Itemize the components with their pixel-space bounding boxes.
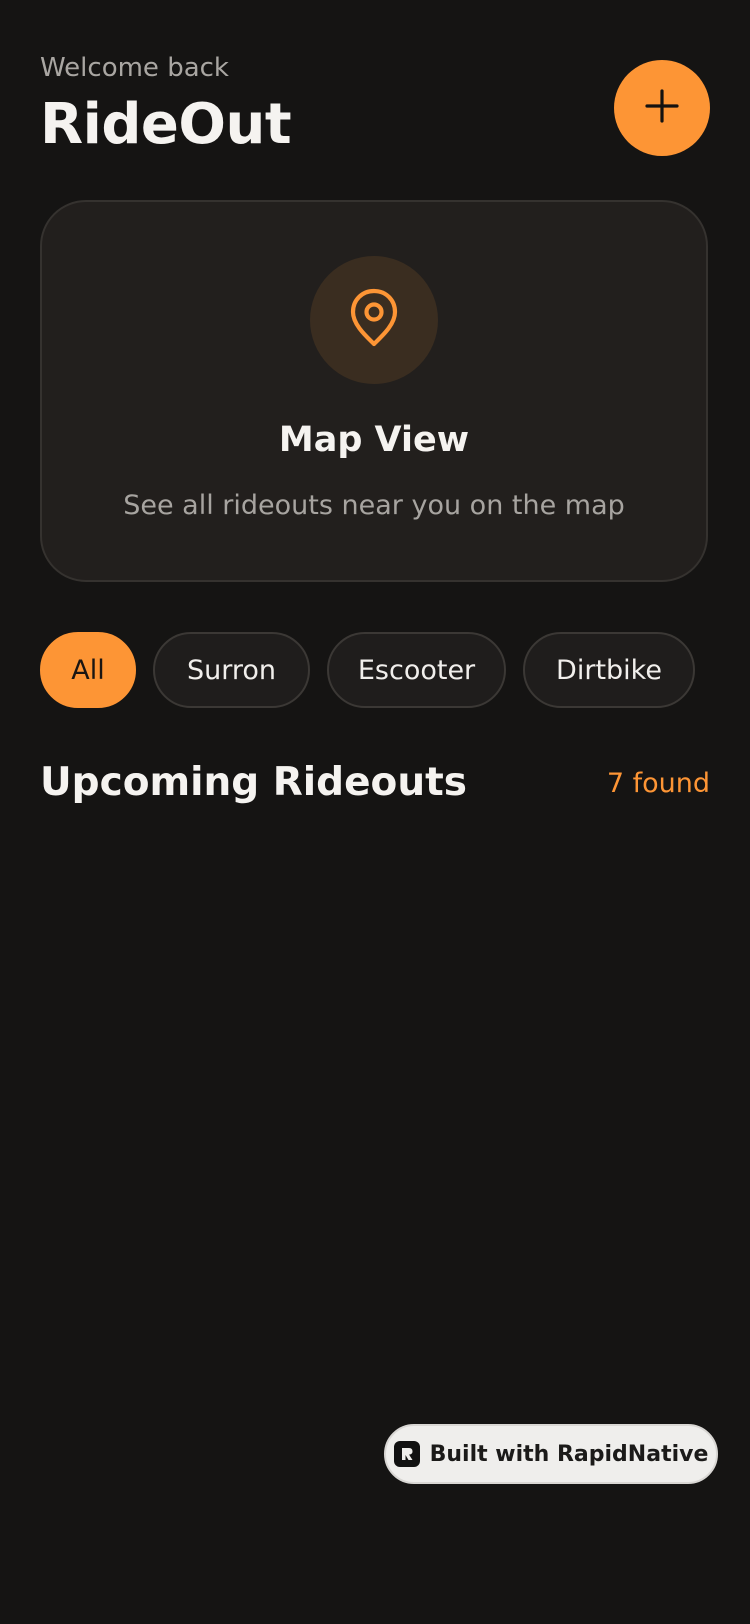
map-view-subtitle: See all rideouts near you on the map	[123, 490, 625, 521]
add-rideout-button[interactable]	[614, 60, 710, 156]
filter-chips: All Surron Escooter Dirtbike	[40, 632, 695, 708]
map-view-card[interactable]: Map View See all rideouts near you on th…	[40, 200, 708, 582]
badge-label: Built with RapidNative	[429, 1441, 709, 1467]
map-view-title: Map View	[278, 420, 470, 460]
header: Welcome back RideOut	[40, 50, 292, 160]
section-title: Upcoming Rideouts	[40, 760, 467, 805]
filter-chip-all[interactable]: All	[40, 632, 136, 708]
plus-icon	[644, 88, 680, 128]
filter-chip-dirtbike[interactable]: Dirtbike	[523, 632, 695, 708]
filter-chip-escooter[interactable]: Escooter	[327, 632, 506, 708]
results-count: 7 found	[606, 768, 710, 799]
app-title: RideOut	[40, 92, 292, 157]
filter-chip-surron[interactable]: Surron	[153, 632, 310, 708]
built-with-badge[interactable]: Built with RapidNative	[384, 1424, 718, 1484]
map-pin-icon	[348, 287, 400, 353]
rapidnative-logo-icon	[393, 1441, 420, 1467]
map-pin-icon-container	[310, 256, 438, 384]
welcome-text: Welcome back	[40, 53, 229, 83]
